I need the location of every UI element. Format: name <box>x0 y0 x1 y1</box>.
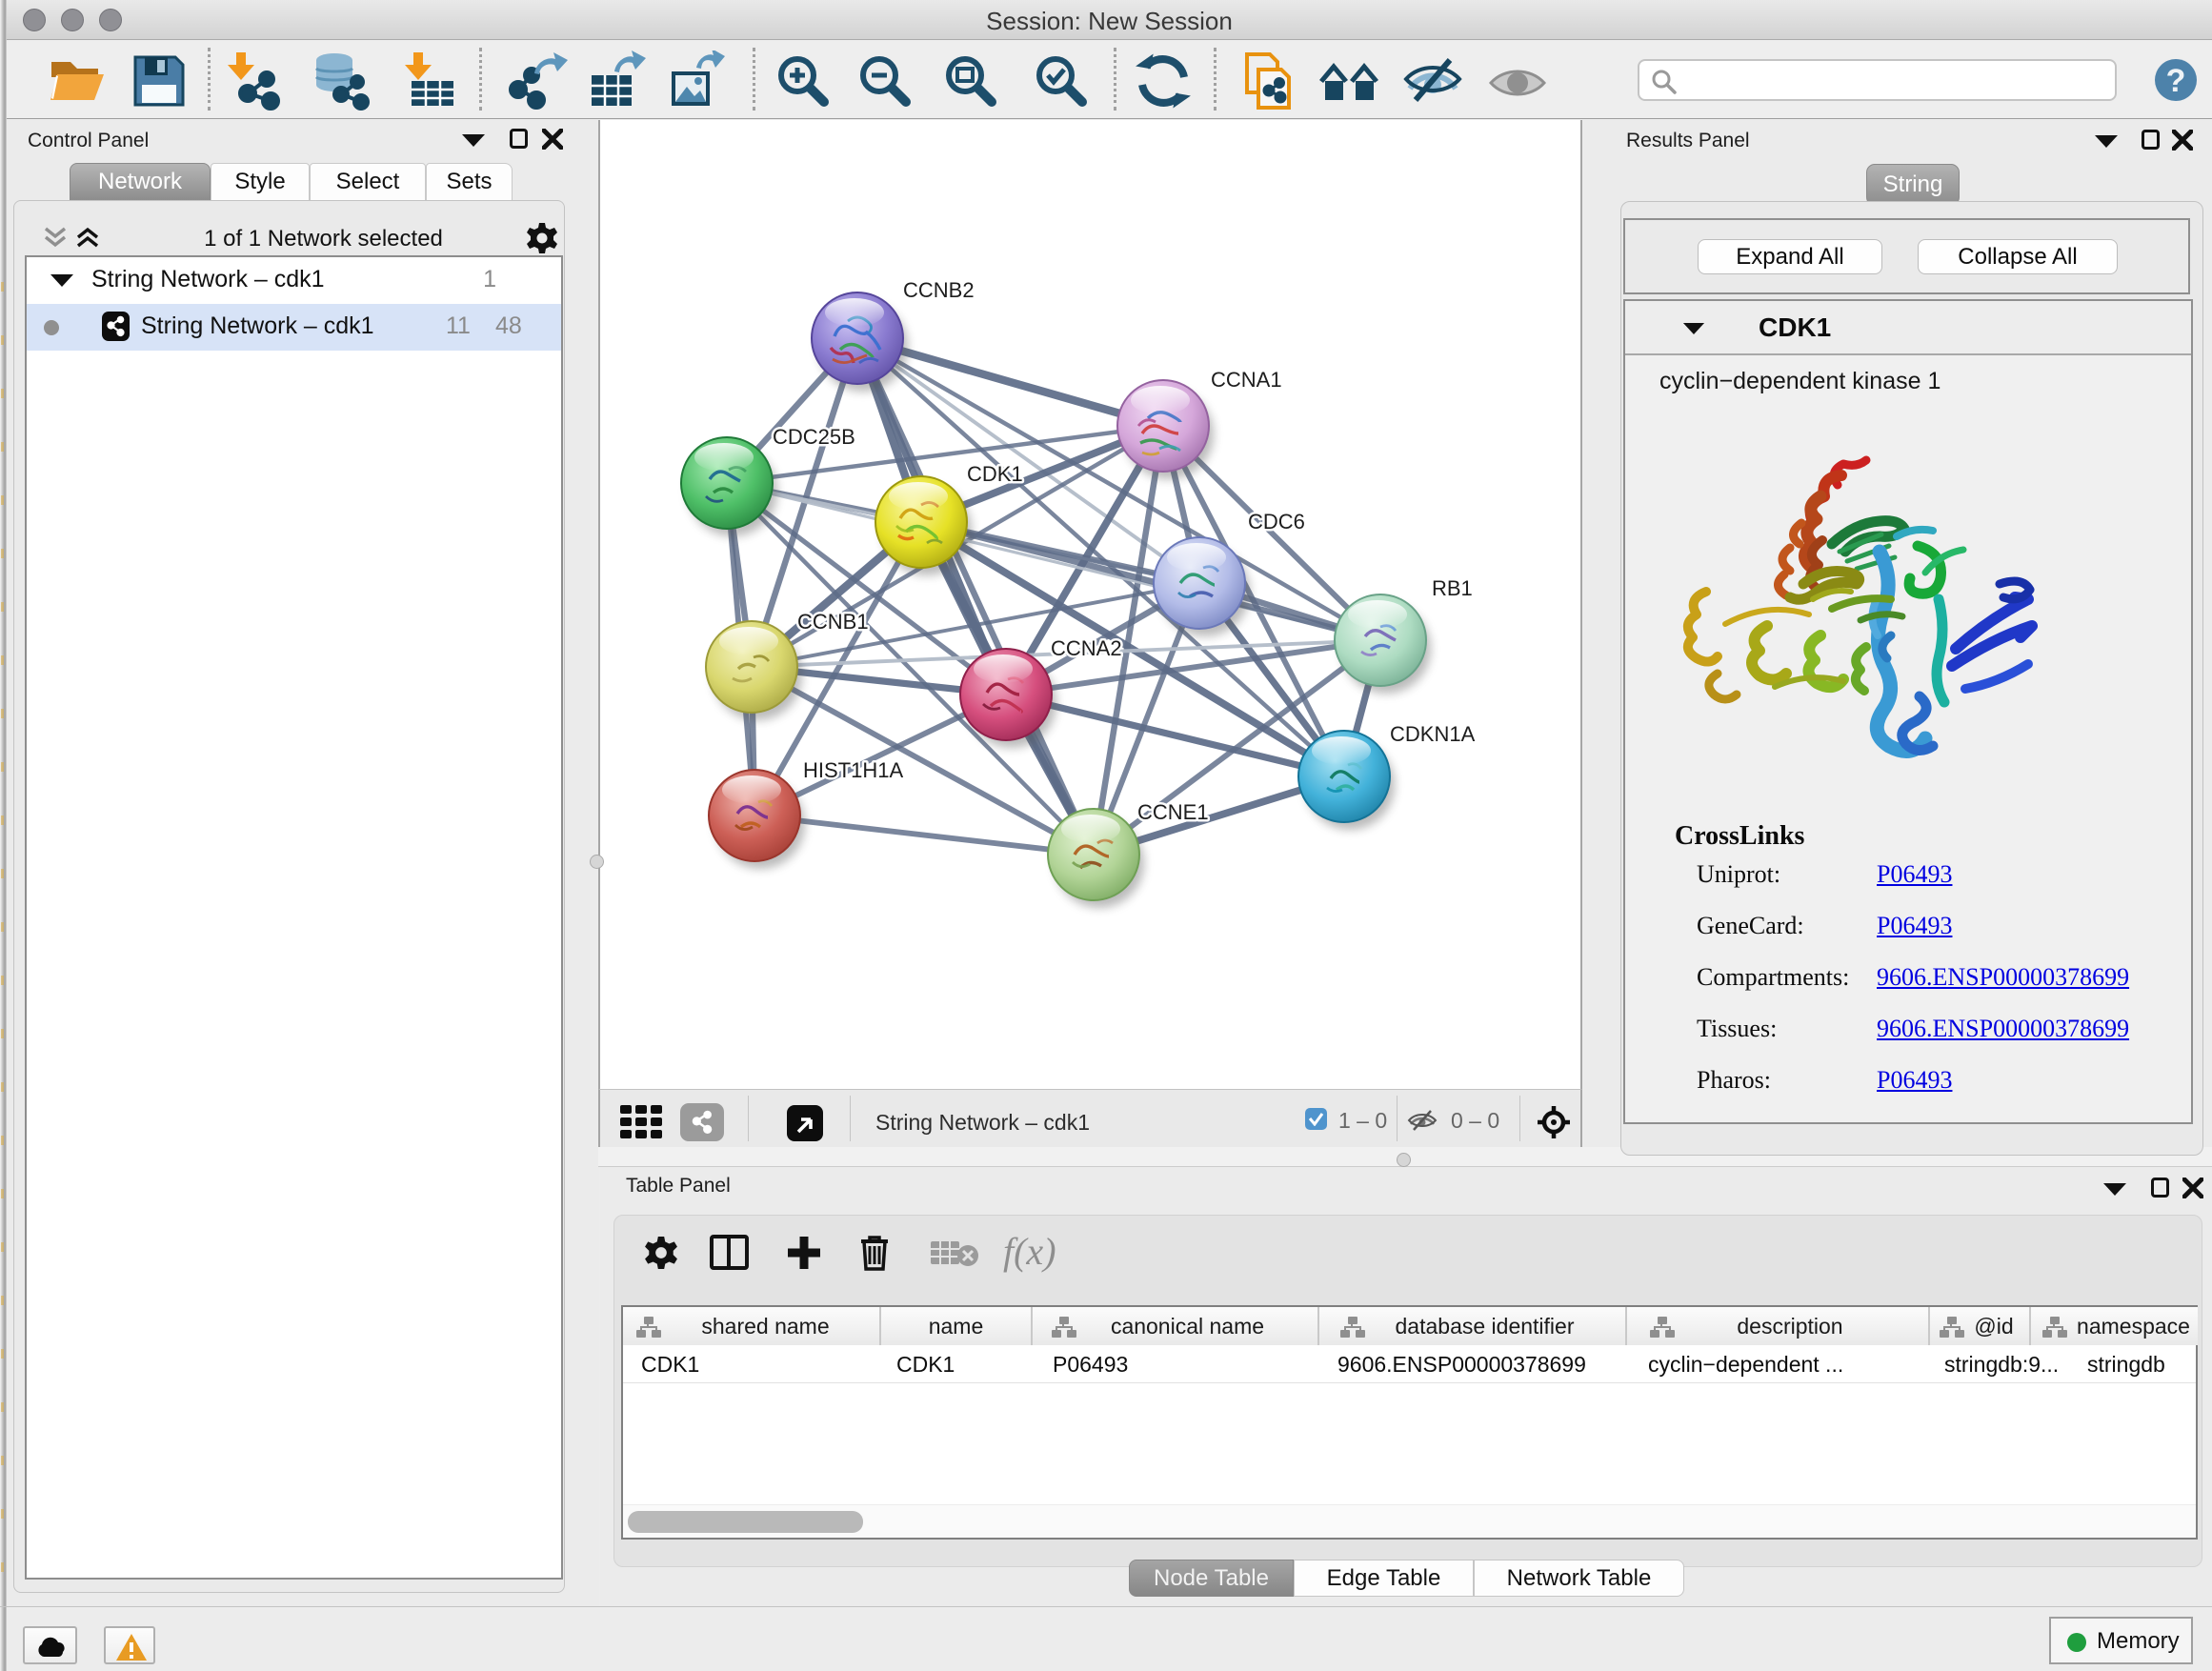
svg-text:CDC6: CDC6 <box>1248 510 1305 534</box>
svg-text:?: ? <box>2166 63 2186 99</box>
svg-text:CDK1: CDK1 <box>967 462 1023 486</box>
svg-text:CCNA1: CCNA1 <box>1211 368 1282 392</box>
svg-text:CCNE1: CCNE1 <box>1137 800 1209 824</box>
svg-text:HIST1H1A: HIST1H1A <box>803 758 903 782</box>
svg-text:RB1: RB1 <box>1432 576 1473 600</box>
svg-text:CDKN1A: CDKN1A <box>1390 722 1476 746</box>
svg-text:CCNB2: CCNB2 <box>903 278 975 302</box>
svg-text:CCNA2: CCNA2 <box>1051 636 1122 660</box>
svg-text:CCNB1: CCNB1 <box>797 610 869 634</box>
svg-text:CDC25B: CDC25B <box>773 425 855 449</box>
